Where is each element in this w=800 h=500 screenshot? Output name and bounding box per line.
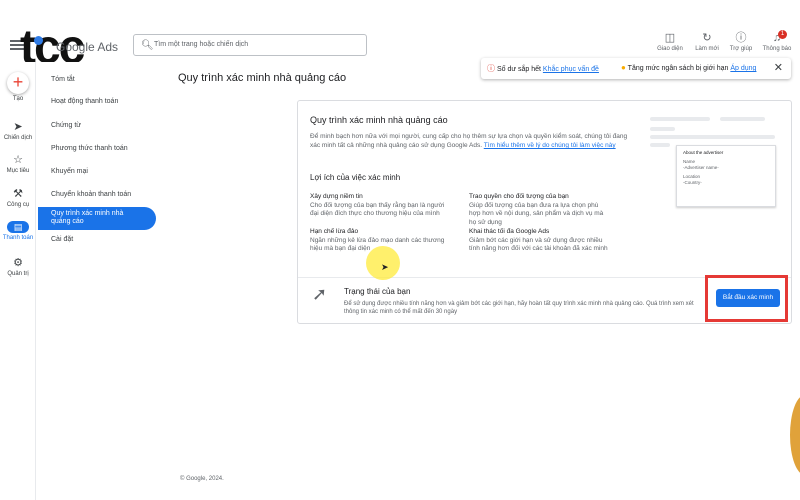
logo-dot [34,36,43,45]
lightbulb-icon: ● [621,63,626,72]
error-icon: ⓘ [487,64,495,73]
status-description: Để sử dụng được nhiều tính năng hơn và g… [344,301,694,315]
page-title: Quy trình xác minh nhà quảng cáo [178,72,347,84]
search-icon: 🔍︎ [141,40,154,51]
rail-billing-label: Thanh toán [2,235,34,241]
illustration-bar [650,127,675,131]
benefit-title: Trao quyền cho đối tượng của bạn [469,193,569,200]
rail-goals[interactable]: ☆ Mục tiêu [0,154,36,174]
name-value: -Advertiser name- [683,165,719,170]
benefit-text: Giảm bớt các giới hạn và sử dụng được nh… [469,236,608,253]
rail-tools-label: Công cụ [6,202,30,208]
learn-more-link[interactable]: Tìm hiểu thêm về lý do chúng tôi làm việ… [484,142,616,149]
decorative-coin [790,395,800,475]
megaphone-icon: ➤ [13,121,23,133]
credit-card-icon: ▤ [7,221,29,233]
subnav-item-payment-methods[interactable]: Phương thức thanh toán [51,145,151,152]
benefit-title: Khai thác tối đa Google Ads [469,228,550,235]
search-input[interactable]: 🔍︎ Tìm một trang hoặc chiến dịch [133,34,367,56]
benefit-title: Hạn chế lừa đảo [310,228,359,235]
screen: tcc Google Ads 🔍︎ Tìm một trang hoặc chi… [0,0,800,500]
apply-link[interactable]: Áp dụng [730,65,756,72]
rail-admin[interactable]: ⚙ Quản trị [0,257,36,277]
subnav-item-documents[interactable]: Chứng từ [51,122,151,129]
name-label: Name [683,159,696,164]
rail-billing[interactable]: ▤ Thanh toán [0,221,36,241]
start-verification-button[interactable]: Bắt đầu xác minh [716,289,780,307]
appearance-icon: ◫ [664,32,676,44]
notifications-button[interactable]: ♫ Thông báo [762,32,792,52]
location-label: Location [683,174,701,179]
appearance-label: Giao diện [657,46,683,52]
rail-create[interactable]: + Tạo [0,72,36,102]
search-placeholder: Tìm một trang hoặc chiến dịch [154,41,249,48]
subnav-item-transactions[interactable]: Hoạt động thanh toán [51,98,151,105]
rail-admin-label: Quản trị [7,271,29,277]
illustration-bar [650,135,775,139]
help-button[interactable]: ⓘ Trợ giúp [726,32,756,52]
card-description: Để minh bạch hơn nữa với mọi người, cung… [310,132,630,150]
alert-bar: ⓘ Số dư sắp hết Khắc phục vấn đề ● Tăng … [481,58,791,79]
subnav-item-promotions[interactable]: Khuyến mại [51,168,151,175]
subnav-item-settings[interactable]: Cài đặt [51,236,151,243]
cursor-sparkle-icon: ➚ [312,284,328,304]
benefit-empower-audience: Trao quyền cho đối tượng của bạn Giúp đố… [469,193,609,227]
benefit-text: Cho đối tượng của bạn thấy rằng bạn là n… [310,201,445,218]
benefit-maximize-ads: Khai thác tối đa Google Ads Giảm bớt các… [469,228,609,254]
footer-copyright: © Google, 2024. [180,476,224,482]
rail-campaigns-label: Chiến dịch [3,135,33,141]
plus-icon: + [7,72,29,94]
close-icon[interactable]: ✕ [774,61,783,74]
subnav-item-summary[interactable]: Tóm tắt [51,76,151,83]
rail-goals-label: Mục tiêu [6,168,30,174]
status-title: Trạng thái của bạn [344,287,411,296]
about-advertiser-panel: About the advertiser Name -Advertiser na… [676,145,776,207]
notification-count-badge: 1 [778,30,787,39]
rail-tools[interactable]: ⚒ Công cụ [0,188,36,208]
subnav-item-money-transfer[interactable]: Chuyển khoản thanh toán [51,191,151,198]
refresh-label: Làm mới [695,46,719,52]
illustration-bar [650,117,710,121]
billing-subnav: Tóm tắt Hoạt động thanh toán Chứng từ Ph… [36,62,164,500]
benefit-text: Giúp đối tượng của bạn đưa ra lựa chọn p… [469,201,604,226]
appearance-button[interactable]: ◫ Giao diện [655,32,685,52]
advertiser-card-illustration: About the advertiser Name -Advertiser na… [650,115,782,207]
location-value: -Country- [683,180,702,185]
bell-icon: ♫ [772,32,782,44]
top-strip [0,0,800,28]
refresh-button[interactable]: ↻ Làm mới [692,32,722,52]
subnav-item-advertiser-verification-label: Quy trình xác minh nhà quảng cáo [51,210,124,225]
benefit-build-trust: Xây dựng niềm tin Cho đối tượng của bạn … [310,193,450,219]
rail-create-label: Tạo [12,96,24,102]
illustration-bar [650,143,670,147]
budget-alert-text: Tăng mức ngân sách bị giới hạn [627,65,729,72]
fix-issue-link[interactable]: Khắc phục vấn đề [543,66,599,73]
help-label: Trợ giúp [729,46,753,52]
about-advertiser-heading: About the advertiser [683,150,724,155]
mouse-cursor-icon: ➤ [381,262,389,272]
subnav-item-advertiser-verification[interactable]: Quy trình xác minh nhà quảng cáo [38,207,156,230]
benefit-title: Xây dựng niềm tin [310,193,363,200]
card-title: Quy trình xác minh nhà quảng cáo [310,115,448,125]
benefits-title: Lợi ích của việc xác minh [310,173,401,182]
help-icon: ⓘ [735,32,747,44]
refresh-icon: ↻ [702,32,712,44]
trophy-icon: ☆ [13,154,23,166]
illustration-bar [720,117,765,121]
tools-icon: ⚒ [13,188,23,200]
gear-icon: ⚙ [13,257,23,269]
product-name: Google Ads [56,40,119,54]
notifications-label: Thông báo [762,46,792,52]
balance-alert-text: Số dư sắp hết [496,66,541,73]
rail-campaigns[interactable]: ➤ Chiến dịch [0,121,36,141]
